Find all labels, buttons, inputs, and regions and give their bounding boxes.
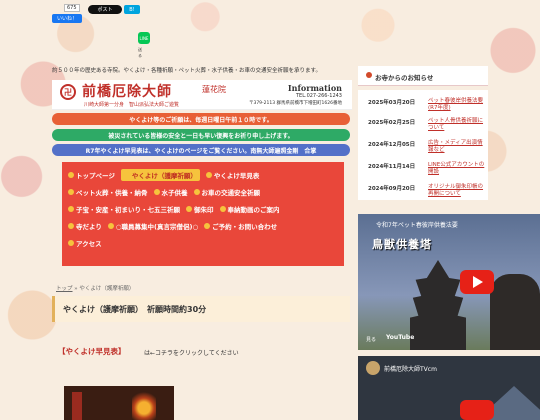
news-title: お寺からのお知らせ xyxy=(375,74,434,82)
fb-like-count: 675 xyxy=(64,4,80,12)
menu-item-yakuyoke-chart[interactable]: やくよけ早見表 xyxy=(205,170,259,180)
fb-like-button[interactable]: いいね！ xyxy=(52,14,82,23)
news-header: お寺からのお知らせ xyxy=(358,66,488,86)
page-title: やくよけ（護摩祈願） 祈願時間約30分 xyxy=(63,305,207,314)
menu-item-mizuko[interactable]: 水子供養 xyxy=(153,187,188,197)
channel-avatar[interactable] xyxy=(366,361,380,375)
breadcrumb: トップ » やくよけ（護摩祈願） xyxy=(56,284,134,292)
site-title[interactable]: 前橋厄除大師 xyxy=(82,81,172,101)
menu-item-access[interactable]: アクセス xyxy=(68,238,102,248)
info-tel: TEL.027-266-1243 xyxy=(295,93,342,99)
menu-item-traffic-safety[interactable]: お車の交通安全祈願 xyxy=(193,187,260,197)
news-link[interactable]: 広告・メディア出演情報など xyxy=(428,140,486,153)
yakuyoke-chart-hint: は←コチラをクリックしてください xyxy=(144,350,239,357)
news-link[interactable]: ペット人骨供養祈願について xyxy=(428,118,486,131)
banner-yakuyoke-chart[interactable]: R7年やくよけ早見表は、やくよけのページをご覧ください。南無大師遍照金剛 合掌 xyxy=(52,144,350,156)
news-date: 2025年02月25日 xyxy=(368,120,416,126)
list-item: 2024年12月05日 広告・メディア出演情報など xyxy=(368,140,483,153)
youtube-logo-icon[interactable]: YouTube xyxy=(386,334,414,341)
news-date: 2024年09月20日 xyxy=(368,186,416,192)
video-overlay-text: 鳥獣供養塔 xyxy=(372,238,432,251)
info-address: 〒379-2113 群馬県前橋市下増田町1626番地 xyxy=(248,101,342,106)
menu-item-top[interactable]: トップページ xyxy=(68,170,115,180)
monk-image xyxy=(490,274,540,350)
thumbnail-pillar xyxy=(72,392,82,420)
line-share-button[interactable]: LINE xyxy=(138,32,150,44)
news-link[interactable]: ペット春彼岸供養法要(R7年度) xyxy=(428,98,486,111)
goma-video-thumbnail[interactable] xyxy=(64,386,174,420)
temple-logo-icon[interactable]: 卍 xyxy=(60,84,76,100)
main-menu: トップページ やくよけ（護摩祈願） やくよけ早見表 ペット火葬・供養・納骨 水子… xyxy=(62,162,344,266)
list-item: 2024年09月20日 オリジナル御朱印帳の再開について xyxy=(368,184,483,197)
banner-disaster-prayer[interactable]: 被災されている皆様の安全と一日も早い復興をお祈り申し上げます。 xyxy=(52,129,350,141)
page-heading-box: やくよけ（護摩祈願） 祈願時間約30分 xyxy=(52,296,350,322)
info-label: Information xyxy=(287,83,342,93)
menu-item-newsletter[interactable]: 寺だより xyxy=(68,221,102,231)
play-icon[interactable] xyxy=(460,400,494,420)
thumbnail-flame xyxy=(132,390,156,420)
site-subtitle: 川崎大師第一分身 智山派弘法大師ご遊覧 xyxy=(84,102,180,108)
youtube-embed-pet-memorial[interactable]: 令和7年ペット春彼岸供養法要 鳥獣供養塔 見る YouTube xyxy=(358,214,540,350)
breadcrumb-separator: » xyxy=(74,286,78,292)
video-title[interactable]: 令和7年ペット春彼岸供養法要 xyxy=(376,220,458,229)
yakuyoke-chart-link[interactable]: 【やくよけ早見表】 xyxy=(58,346,126,357)
news-link[interactable]: オリジナル御朱印帳の再開について xyxy=(428,184,486,197)
news-date: 2024年12月05日 xyxy=(368,142,416,148)
site-header: 卍 前橋厄除大師 蓮花院 川崎大師第一分身 智山派弘法大師ご遊覧 Informa… xyxy=(52,80,352,110)
banner-prayer-schedule[interactable]: やくよけ等のご祈願は、毎週日曜日午前１０時です。 xyxy=(52,113,350,125)
site-temple-name: 蓮花院 xyxy=(202,85,226,94)
menu-item-yakuyoke[interactable]: やくよけ（護摩祈願） xyxy=(120,168,200,181)
menu-item-goshuin[interactable]: 御朱印 xyxy=(186,204,214,214)
menu-item-recruit[interactable]: ○職員募集中(真言宗僧侶)○ xyxy=(107,221,198,231)
menu-item-pet[interactable]: ペット火葬・供養・納骨 xyxy=(68,187,148,197)
intro-text: 約５００年の歴史ある寺院。やくよけ・各種祈願・ペット火葬・水子供養・お車の交通安… xyxy=(52,68,321,74)
menu-item-child-prayer[interactable]: 子宝・安産・初まいり・七五三祈願 xyxy=(68,204,180,214)
breadcrumb-current: やくよけ（護摩祈願） xyxy=(79,286,135,292)
list-item: 2024年11月14日 LINE公式アカウントの開設 xyxy=(368,162,484,175)
news-list: 2025年03月20日 ペット春彼岸供養法要(R7年度) 2025年02月25日… xyxy=(358,90,488,200)
news-date: 2024年11月14日 xyxy=(368,164,416,170)
temple-roof-image xyxy=(488,386,540,420)
play-icon[interactable] xyxy=(460,270,494,294)
hatena-bookmark-button[interactable]: B! xyxy=(124,5,140,14)
x-post-button[interactable]: ポスト xyxy=(88,5,122,14)
youtube-embed-tvcm[interactable]: 前橋厄除大師TVcm xyxy=(358,356,540,420)
menu-item-video[interactable]: 奉納動画のご案内 xyxy=(219,204,280,214)
news-link[interactable]: LINE公式アカウントの開設 xyxy=(428,162,486,175)
breadcrumb-home[interactable]: トップ xyxy=(56,286,73,292)
news-bullet-icon xyxy=(366,72,372,78)
video-title[interactable]: 前橋厄除大師TVcm xyxy=(384,364,437,373)
line-share-label: 送る xyxy=(138,47,142,58)
news-date: 2025年03月20日 xyxy=(368,100,416,106)
list-item: 2025年03月20日 ペット春彼岸供養法要(R7年度) xyxy=(368,98,483,111)
menu-item-contact[interactable]: ご予約・お問い合わせ xyxy=(204,221,277,231)
list-item: 2025年02月25日 ペット人骨供養祈願について xyxy=(368,118,483,131)
watch-on-label[interactable]: 見る xyxy=(366,336,376,343)
